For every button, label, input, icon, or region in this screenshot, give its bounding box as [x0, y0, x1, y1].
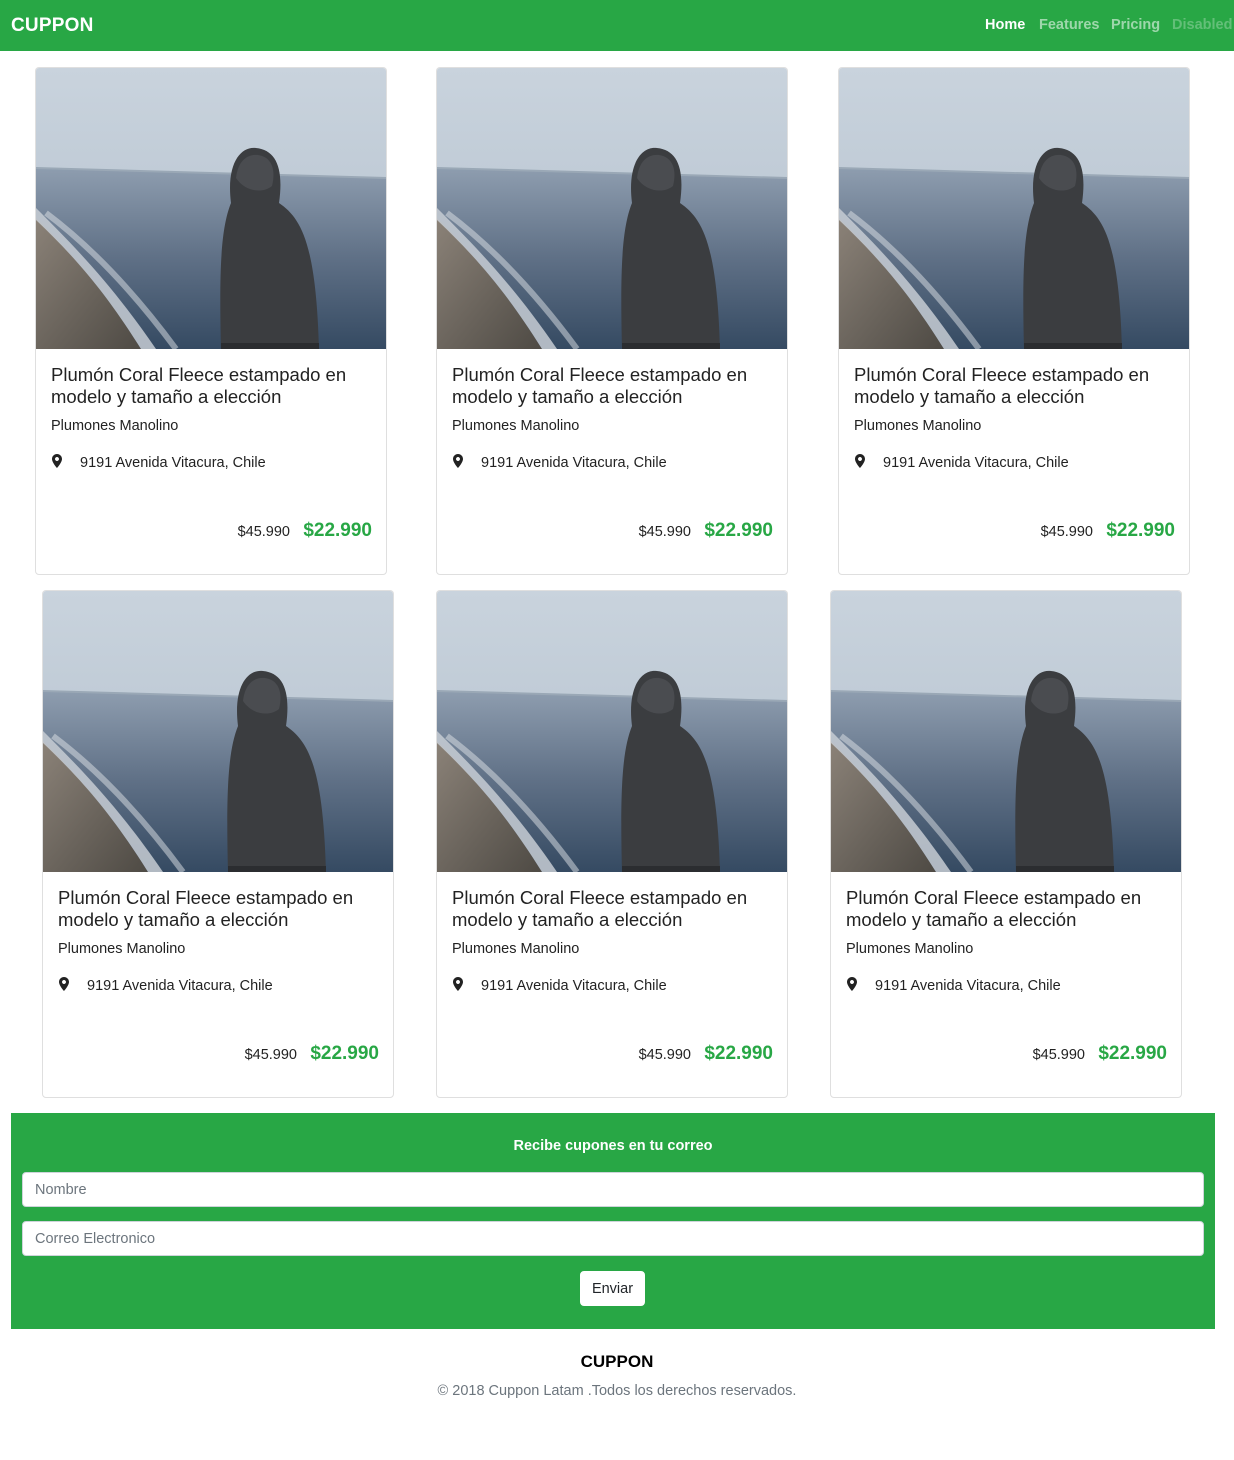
- product-image[interactable]: [839, 68, 1189, 349]
- card-address: 9191 Avenida Vitacura, Chile: [875, 978, 1061, 994]
- map-marker-icon: [453, 977, 463, 991]
- card-old-price: $45.990: [1040, 524, 1093, 540]
- nav-disabled: Disabled: [1172, 17, 1233, 33]
- product-image[interactable]: [437, 68, 787, 349]
- card-shop-name: Plumones Manolino: [854, 418, 982, 434]
- card-new-price: $22.990: [704, 520, 773, 541]
- map-marker-icon: [855, 454, 865, 468]
- product-image[interactable]: [437, 591, 787, 872]
- card-title: Plumón Coral Fleece estampado en modelo …: [58, 887, 354, 930]
- email-input[interactable]: [22, 1221, 1204, 1256]
- card-title: Plumón Coral Fleece estampado en modelo …: [846, 887, 1142, 930]
- submit-button[interactable]: Enviar: [580, 1271, 645, 1306]
- card-address: 9191 Avenida Vitacura, Chile: [481, 978, 667, 994]
- card-old-price: $45.990: [244, 1047, 297, 1063]
- card-shop-name: Plumones Manolino: [452, 418, 580, 434]
- coupon-card[interactable]: Plumón Coral Fleece estampado en modelo …: [42, 590, 394, 1098]
- coupon-card[interactable]: Plumón Coral Fleece estampado en modelo …: [436, 67, 788, 575]
- card-new-price: $22.990: [310, 1043, 379, 1064]
- brand-logo[interactable]: CUPPON: [11, 14, 94, 38]
- card-new-price: $22.990: [1106, 520, 1175, 541]
- card-shop-name: Plumones Manolino: [452, 941, 580, 957]
- card-title: Plumón Coral Fleece estampado en modelo …: [854, 364, 1150, 407]
- map-marker-icon: [52, 454, 62, 468]
- product-image[interactable]: [831, 591, 1181, 872]
- newsletter-section: Recibe cupones en tu correo Enviar: [11, 1113, 1215, 1329]
- card-old-price: $45.990: [638, 1047, 691, 1063]
- map-marker-icon: [453, 454, 463, 468]
- footer-copyright: © 2018 Cuppon Latam .Todos los derechos …: [437, 1383, 797, 1399]
- card-address: 9191 Avenida Vitacura, Chile: [80, 455, 266, 471]
- card-title: Plumón Coral Fleece estampado en modelo …: [452, 364, 748, 407]
- newsletter-title: Recibe cupones en tu correo: [513, 1138, 713, 1154]
- card-old-price: $45.990: [1032, 1047, 1085, 1063]
- footer-brand: CUPPON: [580, 1352, 654, 1371]
- card-shop-name: Plumones Manolino: [58, 941, 186, 957]
- card-old-price: $45.990: [237, 524, 290, 540]
- card-address: 9191 Avenida Vitacura, Chile: [883, 455, 1069, 471]
- coupon-card[interactable]: Plumón Coral Fleece estampado en modelo …: [35, 67, 387, 575]
- product-image[interactable]: [36, 68, 386, 349]
- card-new-price: $22.990: [303, 520, 372, 541]
- coupon-card[interactable]: Plumón Coral Fleece estampado en modelo …: [436, 590, 788, 1098]
- card-address: 9191 Avenida Vitacura, Chile: [87, 978, 273, 994]
- card-address: 9191 Avenida Vitacura, Chile: [481, 455, 667, 471]
- card-new-price: $22.990: [704, 1043, 773, 1064]
- name-input[interactable]: [22, 1172, 1204, 1207]
- card-shop-name: Plumones Manolino: [51, 418, 179, 434]
- nav-features[interactable]: Features: [1039, 16, 1099, 34]
- product-image[interactable]: [43, 591, 393, 872]
- coupon-card[interactable]: Plumón Coral Fleece estampado en modelo …: [830, 590, 1182, 1098]
- nav-home[interactable]: Home: [985, 16, 1025, 34]
- navbar: CUPPON Home Features Pricing Disabled: [0, 0, 1234, 51]
- card-shop-name: Plumones Manolino: [846, 941, 974, 957]
- nav-pricing[interactable]: Pricing: [1111, 16, 1160, 34]
- card-old-price: $45.990: [638, 524, 691, 540]
- map-marker-icon: [847, 977, 857, 991]
- card-title: Plumón Coral Fleece estampado en modelo …: [452, 887, 748, 930]
- card-title: Plumón Coral Fleece estampado en modelo …: [51, 364, 347, 407]
- map-marker-icon: [59, 977, 69, 991]
- card-new-price: $22.990: [1098, 1043, 1167, 1064]
- coupon-card[interactable]: Plumón Coral Fleece estampado en modelo …: [838, 67, 1190, 575]
